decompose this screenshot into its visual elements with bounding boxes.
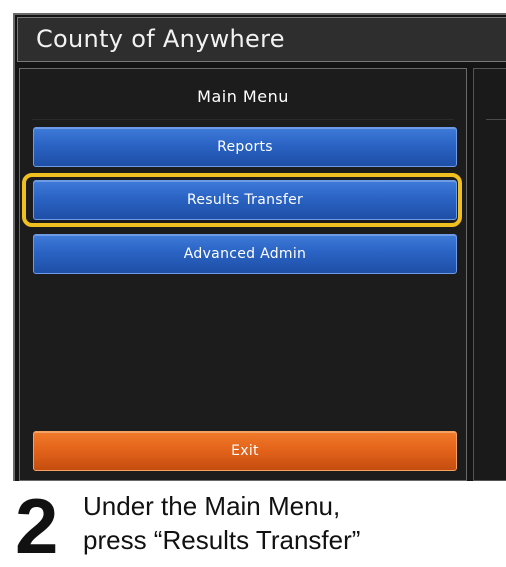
instruction-caption: 2 Under the Main Menu, press “Results Tr… [0, 481, 506, 567]
exit-button[interactable]: Exit [33, 431, 457, 471]
results-transfer-button[interactable]: Results Transfer [33, 180, 457, 220]
advanced-admin-button[interactable]: Advanced Admin [33, 234, 457, 274]
content-panel [473, 68, 506, 481]
menu-divider [32, 119, 454, 120]
main-menu-title: Main Menu [197, 87, 289, 106]
instruction-line-2: press “Results Transfer” [83, 525, 361, 555]
instruction-line-1: Under the Main Menu, [83, 491, 341, 521]
kiosk-screen: County of Anywhere Main Menu Reports Res… [13, 13, 506, 481]
window-title: County of Anywhere [36, 25, 285, 53]
title-bar: County of Anywhere [17, 17, 506, 62]
step-number: 2 [15, 482, 59, 567]
instruction-frame: County of Anywhere Main Menu Reports Res… [0, 0, 506, 567]
main-menu-panel: Main Menu Reports Results Transfer Advan… [19, 68, 467, 481]
reports-button[interactable]: Reports [33, 127, 457, 167]
content-divider [486, 119, 506, 120]
